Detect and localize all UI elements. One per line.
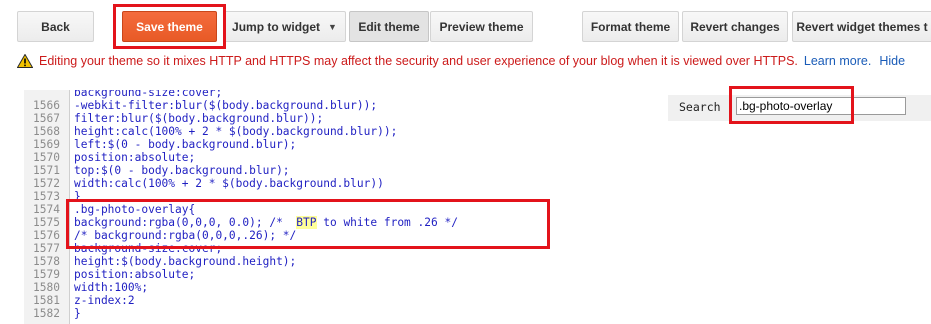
code-text: filter:blur($(body.background.blur));	[74, 112, 324, 125]
code-text: top:$(0 - body.background.blur);	[74, 164, 290, 177]
line-number: 1567	[33, 112, 60, 125]
line-number: 1573	[33, 190, 60, 203]
code-text: z-index:2	[74, 294, 135, 307]
line-number: 1571	[33, 164, 60, 177]
code-text: -webkit-filter:blur($(body.background.bl…	[74, 99, 378, 112]
line-number: 1566	[33, 99, 60, 112]
code-line: 1580 width:100%;	[24, 281, 931, 294]
preview-theme-button[interactable]: Preview theme	[430, 11, 533, 42]
line-number: 1572	[33, 177, 60, 190]
code-text: position:absolute;	[74, 268, 196, 281]
jump-to-widget-label: Jump to widget	[232, 19, 321, 34]
search-annotation	[729, 86, 854, 124]
code-text: left:$(0 - body.background.blur);	[74, 138, 297, 151]
code-text: position:absolute;	[74, 151, 196, 164]
code-text: }	[74, 307, 81, 320]
search-label: Search	[679, 100, 721, 114]
code-text: background-size:cover;	[74, 90, 223, 99]
learn-more-link[interactable]: Learn more.	[804, 54, 871, 68]
jump-to-widget-dropdown[interactable]: Jump to widget ▼	[223, 11, 346, 42]
line-number: 1578	[33, 255, 60, 268]
revert-widget-themes-button[interactable]: Revert widget themes t	[792, 11, 931, 42]
save-theme-annotation	[113, 4, 226, 49]
chevron-down-icon: ▼	[328, 21, 337, 32]
code-line: 1572 width:calc(100% + 2 * $(body.backgro…	[24, 177, 931, 190]
line-number: 1569	[33, 138, 60, 151]
line-number: 1576	[33, 229, 60, 242]
line-number: 1579	[33, 268, 60, 281]
code-line: 1581 z-index:2	[24, 294, 931, 307]
revert-changes-button[interactable]: Revert changes	[682, 11, 788, 42]
line-number: 1570	[33, 151, 60, 164]
code-line: 1579 position:absolute;	[24, 268, 931, 281]
format-theme-button[interactable]: Format theme	[582, 11, 679, 42]
line-number: 1568	[33, 125, 60, 138]
code-line: 1569 left:$(0 - body.background.blur);	[24, 138, 931, 151]
code-line: 1568 height:calc(100% + 2 * $(body.backgr…	[24, 125, 931, 138]
code-text: height:$(body.background.height);	[74, 255, 297, 268]
code-text: width:calc(100% + 2 * $(body.background.…	[74, 177, 384, 190]
warning-message: Editing your theme so it mixes HTTP and …	[39, 54, 798, 68]
line-number: 1577	[33, 242, 60, 255]
code-text: height:calc(100% + 2 * $(body.background…	[74, 125, 398, 138]
code-line: 1578 height:$(body.background.height);	[24, 255, 931, 268]
hide-link[interactable]: Hide	[879, 54, 905, 68]
warning-icon	[17, 54, 33, 68]
line-number: 1575	[33, 216, 60, 229]
line-number: 1582	[33, 307, 60, 320]
code-text: width:100%;	[74, 281, 149, 294]
line-number: 1574	[33, 203, 60, 216]
line-number: 1581	[33, 294, 60, 307]
code-line: 1570 position:absolute;	[24, 151, 931, 164]
back-button[interactable]: Back	[17, 11, 94, 42]
edit-theme-button[interactable]: Edit theme	[349, 11, 429, 42]
code-line: 1571 top:$(0 - body.background.blur);	[24, 164, 931, 177]
code-line: 1582}	[24, 307, 931, 320]
https-warning: Editing your theme so it mixes HTTP and …	[17, 51, 931, 71]
line-number: 1580	[33, 281, 60, 294]
code-annotation	[66, 199, 550, 249]
